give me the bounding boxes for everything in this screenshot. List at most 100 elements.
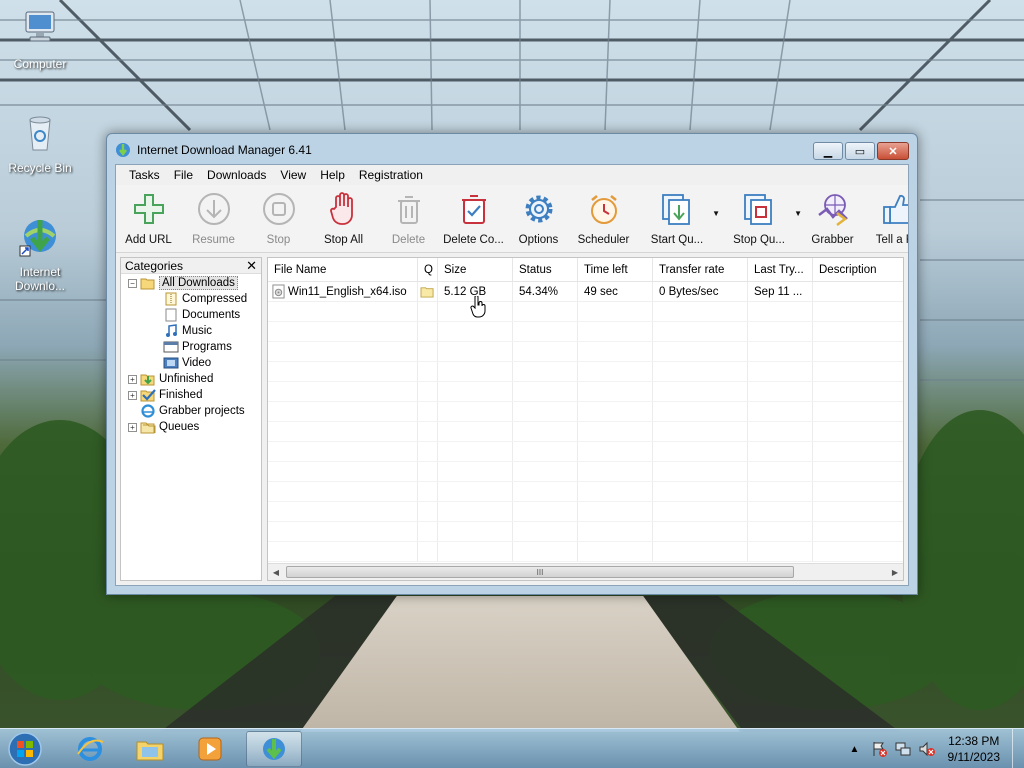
column-header-q[interactable]: Q bbox=[418, 258, 438, 281]
tree-item-label: Finished bbox=[159, 389, 203, 401]
add-url-button[interactable]: Add URL bbox=[116, 189, 181, 251]
start-button[interactable] bbox=[4, 731, 46, 767]
grabber-button[interactable]: Grabber bbox=[800, 189, 865, 251]
maximize-icon: ▭ bbox=[854, 145, 866, 158]
taskbar-idm[interactable] bbox=[246, 731, 302, 767]
menu-help[interactable]: Help bbox=[313, 168, 352, 182]
taskbar-media-player[interactable] bbox=[182, 731, 238, 767]
taskbar-internet-explorer[interactable] bbox=[62, 731, 118, 767]
column-header-status[interactable]: Status bbox=[513, 258, 578, 281]
clock-date: 9/11/2023 bbox=[947, 750, 1001, 764]
folder-icon bbox=[136, 741, 164, 761]
scroll-right-icon[interactable]: ▶ bbox=[887, 568, 903, 577]
close-icon: ✕ bbox=[888, 145, 898, 158]
resume-button[interactable]: Resume bbox=[181, 189, 246, 251]
desktop-icon-label: Recycle Bin bbox=[8, 161, 72, 175]
grid-columns bbox=[268, 282, 903, 562]
download-list: File Name Q Size Status Time left Transf… bbox=[267, 257, 904, 581]
column-header-description[interactable]: Description bbox=[813, 258, 903, 281]
menu-tasks[interactable]: Tasks bbox=[122, 168, 167, 182]
desktop-icon-label: Internet Downlo... bbox=[14, 265, 66, 293]
tree-item-all-downloads[interactable]: − All Downloads bbox=[121, 275, 261, 291]
window-controls: ▁ ▭ ✕ bbox=[813, 142, 909, 160]
collapse-icon[interactable]: − bbox=[128, 278, 137, 288]
window-title: Internet Download Manager 6.41 bbox=[137, 143, 312, 157]
column-header-transfer-rate[interactable]: Transfer rate bbox=[653, 258, 748, 281]
clock[interactable]: 12:38 PM 9/11/2023 bbox=[948, 733, 1001, 765]
stop-all-button[interactable]: Stop All bbox=[311, 189, 376, 251]
tree-item-label: Compressed bbox=[182, 293, 248, 305]
scroll-thumb[interactable]: III bbox=[286, 566, 794, 578]
network-icon[interactable] bbox=[894, 740, 912, 758]
tell-a-friend-button[interactable]: Tell a Fri bbox=[865, 189, 908, 251]
tree-item-label: Programs bbox=[182, 341, 232, 353]
computer-icon bbox=[25, 11, 55, 42]
zip-file-icon bbox=[165, 292, 177, 306]
categories-panel: Categories ✕ − All Downloads Compressed bbox=[120, 257, 262, 581]
column-header-size[interactable]: Size bbox=[438, 258, 513, 281]
menu-bar: Tasks File Downloads View Help Registrat… bbox=[116, 165, 908, 185]
expand-icon[interactable]: + bbox=[128, 374, 137, 384]
toolbar: Add URL Resume Stop Stop All Delete Dele… bbox=[116, 185, 908, 253]
plus-icon bbox=[133, 194, 164, 224]
menu-view[interactable]: View bbox=[273, 168, 313, 182]
horizontal-scrollbar[interactable]: ◀ III ▶ bbox=[268, 563, 903, 580]
alarm-clock-icon bbox=[590, 195, 617, 224]
minimize-button[interactable]: ▁ bbox=[813, 142, 843, 160]
idm-globe-icon bbox=[263, 738, 285, 760]
stop-all-label: Stop All bbox=[324, 234, 363, 246]
tree-item-programs[interactable]: Programs bbox=[121, 339, 261, 355]
volume-muted-icon[interactable] bbox=[918, 740, 936, 758]
show-desktop-button[interactable] bbox=[1012, 729, 1024, 768]
action-center-flag-icon[interactable] bbox=[870, 740, 888, 758]
tree-item-documents[interactable]: Documents bbox=[121, 307, 261, 323]
categories-close-icon[interactable]: ✕ bbox=[246, 258, 257, 274]
menu-file[interactable]: File bbox=[167, 168, 200, 182]
start-queue-button[interactable]: Start Qu... ▼ bbox=[636, 189, 720, 251]
show-hidden-icons-icon[interactable]: ▲ bbox=[846, 740, 864, 758]
tree-item-unfinished[interactable]: + Unfinished bbox=[121, 371, 261, 387]
start-queue-icon bbox=[662, 194, 690, 225]
menu-downloads[interactable]: Downloads bbox=[200, 168, 273, 182]
tree-item-label: Queues bbox=[159, 421, 200, 433]
cell-time-left: 49 sec bbox=[578, 282, 653, 301]
download-row[interactable]: Win11_English_x64.iso 5.12 GB 54.34% 49 … bbox=[268, 282, 903, 302]
tree-item-queues[interactable]: + Queues bbox=[121, 419, 261, 435]
options-button[interactable]: Options bbox=[506, 189, 571, 251]
delete-completed-icon bbox=[461, 195, 486, 224]
stop-button[interactable]: Stop bbox=[246, 189, 311, 251]
list-header: File Name Q Size Status Time left Transf… bbox=[268, 258, 903, 282]
taskbar-file-explorer[interactable] bbox=[122, 731, 178, 767]
column-header-last-try[interactable]: Last Try... bbox=[748, 258, 813, 281]
scroll-track[interactable]: III bbox=[284, 564, 887, 580]
tree-item-compressed[interactable]: Compressed bbox=[121, 291, 261, 307]
maximize-button[interactable]: ▭ bbox=[845, 142, 875, 160]
desktop-icon-label: Computer bbox=[13, 57, 67, 71]
tree-item-music[interactable]: Music bbox=[121, 323, 261, 339]
scheduler-button[interactable]: Scheduler bbox=[571, 189, 636, 251]
stop-queue-button[interactable]: Stop Qu... ▼ bbox=[718, 189, 802, 251]
scroll-left-icon[interactable]: ◀ bbox=[268, 568, 284, 577]
delete-completed-button[interactable]: Delete Co... bbox=[441, 189, 506, 251]
title-bar[interactable]: Internet Download Manager 6.41 bbox=[107, 134, 917, 166]
expand-icon[interactable]: + bbox=[128, 390, 137, 400]
main-area: Categories ✕ − All Downloads Compressed bbox=[116, 255, 908, 585]
cell-file-name: Win11_English_x64.iso bbox=[268, 282, 418, 301]
column-header-time-left[interactable]: Time left bbox=[578, 258, 653, 281]
film-icon bbox=[163, 357, 179, 369]
desktop-icon-idm[interactable]: Internet Downlo... bbox=[2, 214, 78, 293]
desktop-icon-recycle-bin[interactable]: Recycle Bin bbox=[2, 110, 78, 175]
scheduler-label: Scheduler bbox=[577, 234, 630, 246]
tree-item-label: Music bbox=[182, 325, 213, 337]
internet-explorer-icon bbox=[77, 737, 104, 761]
delete-button[interactable]: Delete bbox=[376, 189, 441, 251]
desktop-icon-computer[interactable]: Computer bbox=[2, 6, 78, 71]
tree-item-grabber-projects[interactable]: Grabber projects bbox=[121, 403, 261, 419]
close-button[interactable]: ✕ bbox=[877, 142, 909, 160]
hand-icon bbox=[329, 192, 353, 225]
tree-item-finished[interactable]: + Finished bbox=[121, 387, 261, 403]
column-header-file-name[interactable]: File Name bbox=[268, 258, 418, 281]
menu-registration[interactable]: Registration bbox=[352, 168, 430, 182]
expand-icon[interactable]: + bbox=[128, 422, 137, 432]
tree-item-video[interactable]: Video bbox=[121, 355, 261, 371]
